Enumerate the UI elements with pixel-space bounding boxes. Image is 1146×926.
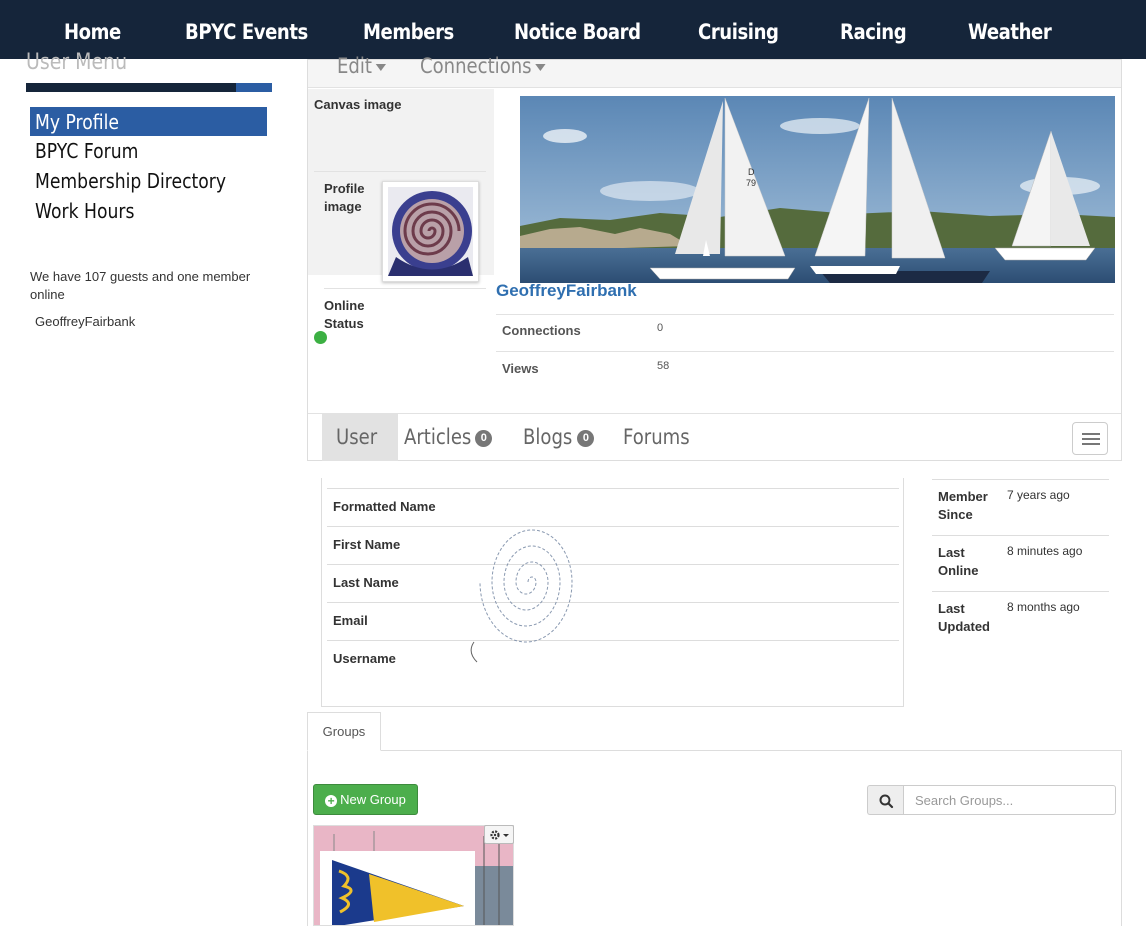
detail-row: Last Name — [327, 564, 899, 602]
user-details-box: Formatted Name First Name Last Name Emai… — [321, 478, 904, 707]
last-online-value: 8 minutes ago — [1007, 544, 1083, 558]
caret-down-icon — [375, 63, 386, 71]
divider — [496, 351, 1114, 352]
last-updated-row: Last Updated 8 months ago — [932, 591, 1109, 647]
search-icon — [879, 794, 894, 809]
online-users-text: We have 107 guests and one member online — [30, 269, 251, 302]
sidebar-item-bpyc-forum[interactable]: BPYC Forum — [30, 136, 267, 166]
top-navigation: Home BPYC Events Members Notice Board Cr… — [0, 0, 1146, 59]
views-label: Views — [502, 361, 539, 376]
new-group-button[interactable]: + New Group — [313, 784, 418, 815]
profile-image-label: Profile image — [324, 181, 365, 214]
online-status-dot — [314, 331, 327, 344]
online-status-label: Online Status — [324, 298, 365, 331]
detail-row: First Name — [327, 526, 899, 564]
divider — [324, 288, 486, 289]
profile-menu-bar: Edit Connections — [308, 54, 1121, 88]
blogs-count-badge: 0 — [577, 429, 595, 447]
avatar-swirl-image — [388, 187, 473, 276]
sailboats-photo: D 79 — [520, 96, 1115, 283]
detail-row: Formatted Name — [327, 488, 899, 526]
last-updated-label: Last Updated — [938, 601, 990, 634]
sidebar-item-my-profile[interactable]: My Profile — [30, 107, 267, 136]
nav-notice-board[interactable]: Notice Board — [514, 0, 641, 59]
sidebar-item-membership-directory[interactable]: Membership Directory — [30, 166, 267, 196]
last-name-label: Last Name — [333, 575, 399, 590]
connections-menu[interactable]: Connections — [420, 54, 546, 78]
tab-groups[interactable]: Groups — [307, 712, 381, 751]
nav-members[interactable]: Members — [363, 0, 454, 59]
last-updated-value: 8 months ago — [1007, 600, 1080, 614]
plus-circle-icon: + — [325, 795, 338, 807]
sail-number: 79 — [746, 178, 756, 188]
profile-tabs: User Articles 0 Blogs 0 Forums — [308, 413, 1121, 461]
last-online-label: Last Online — [938, 545, 979, 578]
tab-articles[interactable]: Articles 0 — [404, 414, 493, 461]
formatted-name-label: Formatted Name — [333, 499, 436, 514]
caret-down-icon — [535, 63, 546, 71]
group-settings-button[interactable] — [484, 825, 514, 844]
nav-racing[interactable]: Racing — [840, 0, 907, 59]
connections-count: 0 — [657, 322, 664, 334]
member-since-value: 7 years ago — [1007, 488, 1070, 502]
tabs-menu-button[interactable] — [1072, 422, 1108, 455]
profile-display-name[interactable]: GeoffreyFairbank — [496, 281, 637, 301]
online-member-link[interactable]: GeoffreyFairbank — [35, 314, 135, 329]
divider — [314, 171, 486, 172]
nav-cruising[interactable]: Cruising — [698, 0, 779, 59]
last-online-row: Last Online 8 minutes ago — [932, 535, 1109, 591]
sidebar-item-work-hours[interactable]: Work Hours — [30, 196, 267, 226]
profile-panel: Edit Connections Canvas image Profile im… — [307, 54, 1122, 461]
edit-menu[interactable]: Edit — [337, 54, 386, 78]
first-name-label: First Name — [333, 537, 401, 552]
username-label: Username — [333, 651, 396, 666]
profile-avatar[interactable] — [382, 181, 479, 282]
search-groups-button[interactable] — [867, 785, 904, 815]
sidebar-title: User Menu — [26, 50, 128, 75]
member-since-label: Member Since — [938, 489, 988, 522]
sidebar-divider — [26, 83, 236, 92]
articles-count-badge: 0 — [475, 429, 493, 447]
redacted-swirl-overlay — [470, 529, 573, 663]
views-count: 58 — [657, 360, 670, 372]
search-groups-input[interactable] — [903, 785, 1116, 815]
connections-label: Connections — [502, 323, 581, 338]
member-since-row: Member Since 7 years ago — [932, 479, 1109, 535]
user-menu: My Profile BPYC Forum Membership Directo… — [30, 107, 267, 226]
tab-blogs[interactable]: Blogs 0 — [523, 414, 595, 461]
tab-forums[interactable]: Forums — [623, 414, 701, 461]
gear-icon — [490, 830, 509, 840]
canvas-image-label: Canvas image — [314, 97, 402, 112]
canvas-image[interactable]: D 79 — [520, 96, 1115, 283]
sail-number: D — [748, 167, 755, 177]
nav-weather[interactable]: Weather — [968, 0, 1052, 59]
detail-row: Username — [327, 640, 899, 678]
divider — [496, 314, 1114, 315]
detail-row: Email — [327, 602, 899, 640]
nav-bpyc-events[interactable]: BPYC Events — [185, 0, 308, 59]
tab-user[interactable]: User — [322, 414, 398, 461]
sidebar-divider-accent — [236, 83, 272, 92]
email-label: Email — [333, 613, 368, 628]
